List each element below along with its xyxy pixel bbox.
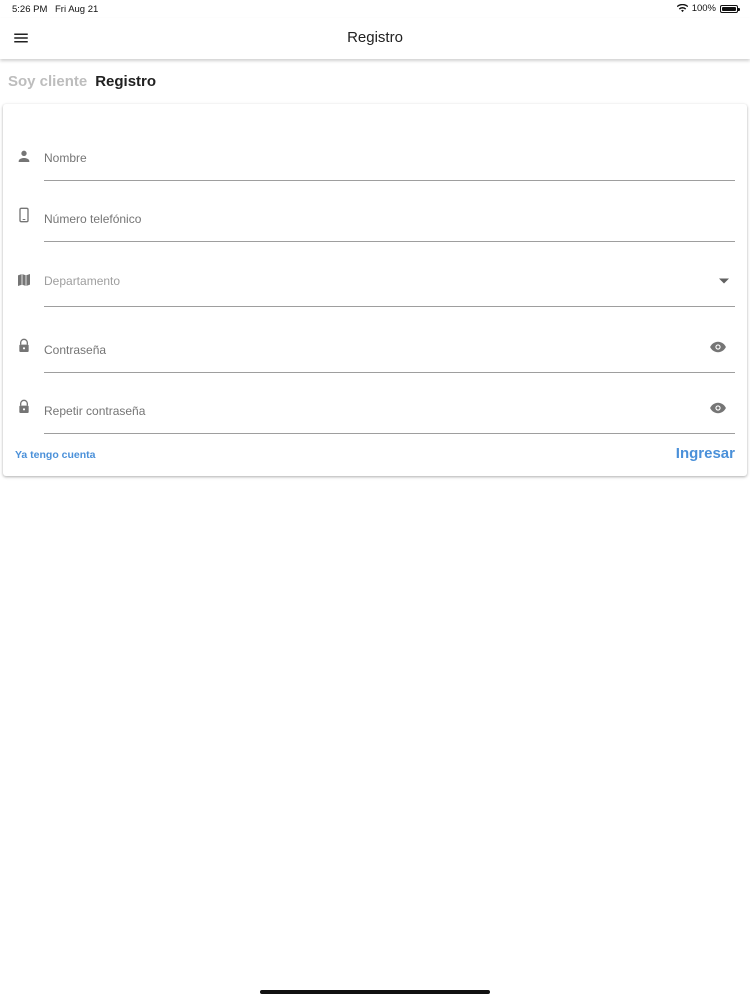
status-indicators: 100%	[676, 3, 740, 14]
lock-icon	[19, 338, 29, 352]
status-bar: 5:26 PM Fri Aug 21 100%	[0, 0, 750, 18]
eye-icon[interactable]	[709, 399, 727, 417]
app-bar: Registro	[0, 18, 750, 59]
department-field-row[interactable]: Departamento	[3, 264, 747, 307]
person-icon	[18, 150, 30, 162]
repeat-password-input[interactable]	[44, 397, 735, 434]
tab-registro[interactable]: Registro	[95, 73, 156, 90]
phone-input[interactable]	[44, 205, 735, 242]
map-icon	[18, 274, 30, 286]
department-select-label: Departamento	[44, 274, 121, 288]
dropdown-arrow-icon[interactable]	[719, 278, 729, 284]
password-field-row	[3, 330, 747, 373]
battery-icon	[720, 4, 740, 13]
home-indicator	[260, 990, 490, 994]
status-date: Fri Aug 21	[55, 4, 99, 15]
eye-icon[interactable]	[709, 338, 727, 356]
department-underline	[44, 306, 735, 307]
repeat-password-field-row	[3, 391, 747, 434]
lock-icon	[19, 399, 29, 413]
status-time: 5:26 PM	[12, 4, 48, 15]
phone-field-row	[3, 199, 747, 242]
name-field-row	[3, 138, 747, 181]
registration-card: Departamento Ya te	[3, 104, 747, 476]
tab-soy-cliente[interactable]: Soy cliente	[8, 73, 87, 90]
password-input[interactable]	[44, 336, 735, 373]
login-button[interactable]: Ingresar	[676, 445, 735, 462]
tab-bar: Soy cliente Registro	[8, 73, 156, 90]
name-input[interactable]	[44, 144, 735, 181]
wifi-icon	[676, 4, 688, 13]
phone-icon	[19, 207, 29, 223]
have-account-link[interactable]: Ya tengo cuenta	[15, 449, 96, 461]
battery-percent: 100%	[691, 3, 716, 14]
page-title: Registro	[347, 29, 403, 46]
